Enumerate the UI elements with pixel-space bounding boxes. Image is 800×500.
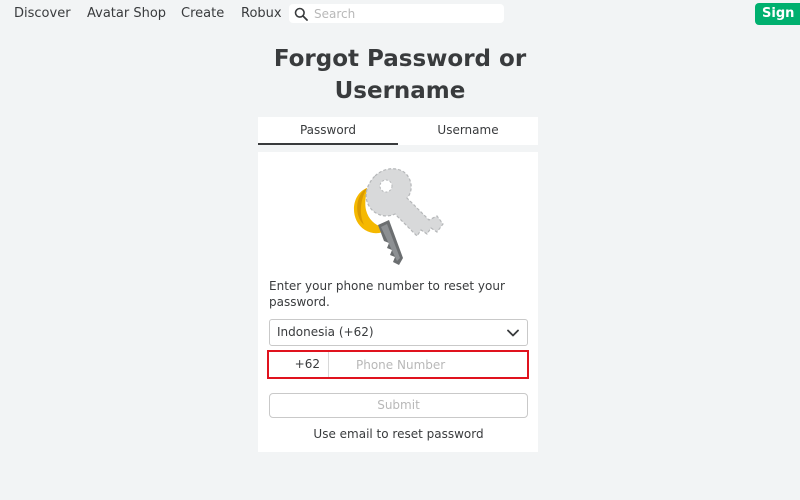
tab-password[interactable]: Password <box>258 117 398 145</box>
top-nav-bar: Discover Avatar Shop Create Robux Sign U… <box>0 0 800 27</box>
phone-number-field: +62 <box>267 350 529 379</box>
use-email-link[interactable]: Use email to reset password <box>269 426 528 442</box>
country-select[interactable]: Indonesia (+62) <box>269 319 528 346</box>
key-icon <box>353 168 444 265</box>
sign-up-button[interactable]: Sign Up <box>755 3 800 25</box>
phone-country-code: +62 <box>269 352 329 377</box>
search-icon[interactable] <box>292 5 310 23</box>
recovery-tabs: Password Username <box>258 117 538 145</box>
submit-button[interactable]: Submit <box>269 393 528 418</box>
chevron-down-icon <box>507 329 519 337</box>
page-title: Forgot Password or Username <box>250 43 550 107</box>
nav-create[interactable]: Create <box>181 6 224 22</box>
reset-form-card: Enter your phone number to reset your pa… <box>258 152 538 452</box>
country-select-value: Indonesia (+62) <box>277 325 374 339</box>
tab-username[interactable]: Username <box>398 117 538 145</box>
nav-robux[interactable]: Robux <box>241 6 282 22</box>
nav-avatar-shop[interactable]: Avatar Shop <box>87 6 166 22</box>
search-input[interactable] <box>310 5 495 22</box>
page-title-line-2: Username <box>334 78 466 104</box>
page-title-line-1: Forgot Password or <box>273 46 527 72</box>
reset-instructions: Enter your phone number to reset your pa… <box>269 279 505 309</box>
nav-discover[interactable]: Discover <box>14 6 71 22</box>
phone-number-input[interactable] <box>329 352 527 377</box>
search-box[interactable] <box>289 4 504 23</box>
